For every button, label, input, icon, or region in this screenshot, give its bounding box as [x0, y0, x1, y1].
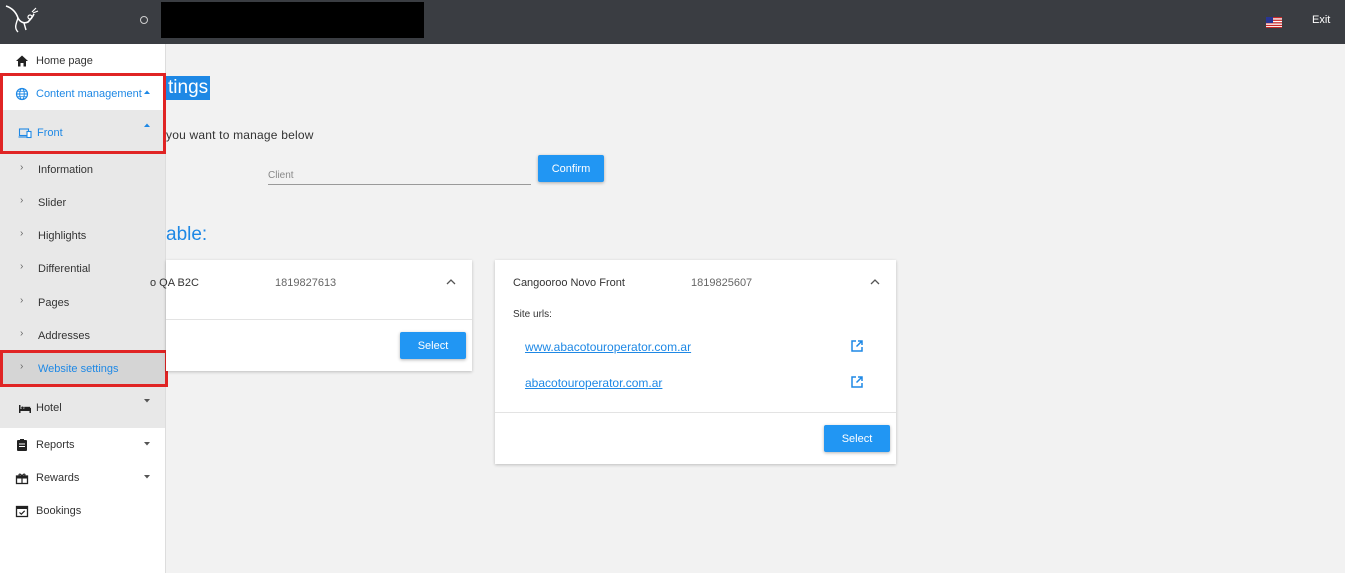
sidebar-item-bookings[interactable]: Bookings	[0, 494, 165, 527]
card-divider	[495, 412, 896, 413]
site-code: 1819827613	[275, 277, 337, 289]
sidebar-item-label: Hotel	[36, 402, 62, 414]
sidebar-item-label: Reports	[36, 439, 75, 451]
gift-icon	[15, 473, 29, 485]
chevron-right-icon: ›	[20, 162, 24, 173]
sidebar-subitem-highlights[interactable]: › Highlights	[0, 219, 165, 252]
kangaroo-logo-icon[interactable]	[0, 0, 44, 40]
site-code: 1819825607	[691, 277, 753, 289]
chevron-right-icon: ›	[20, 195, 24, 206]
section-title: able:	[166, 224, 208, 245]
sidebar-item-rewards[interactable]: Rewards	[0, 461, 165, 494]
top-bar: Exit	[0, 0, 1345, 44]
sidebar-item-label: Rewards	[36, 472, 80, 484]
select-button[interactable]: Select	[824, 425, 890, 452]
sidebar-subitem-slider[interactable]: › Slider	[0, 186, 165, 219]
site-url-link[interactable]: abacotouroperator.com.ar	[525, 376, 662, 390]
home-icon	[16, 55, 28, 67]
bed-icon	[19, 405, 31, 413]
sidebar-item-hotel[interactable]: Hotel	[0, 391, 165, 424]
highlight-box-content-management	[0, 73, 166, 154]
sidebar-subitem-label: Information	[38, 164, 94, 176]
open-in-new-icon[interactable]	[850, 339, 864, 353]
highlight-box-website-settings	[0, 350, 168, 387]
site-urls-label: Site urls:	[513, 309, 552, 320]
caret-down-icon	[144, 399, 150, 403]
page-title: tings	[166, 76, 211, 100]
sidebar-subitem-addresses[interactable]: › Addresses	[0, 319, 165, 352]
sidebar-subitem-pages[interactable]: › Pages	[0, 286, 165, 319]
client-input[interactable]	[268, 162, 531, 185]
site-card: Cangooroo Novo Front 1819825607 Site url…	[495, 260, 896, 464]
sidebar-subitem-label: Slider	[38, 197, 67, 209]
caret-down-icon	[144, 442, 150, 446]
card-divider	[166, 319, 472, 320]
clipboard-icon	[17, 439, 27, 451]
instruction-text: you want to manage below	[166, 128, 314, 142]
sidebar-subitem-information[interactable]: › Information	[0, 153, 165, 186]
redacted-area	[161, 2, 424, 38]
calendar-check-icon	[15, 505, 29, 518]
sidebar-subitem-label: Addresses	[38, 330, 90, 342]
sidebar-item-reports[interactable]: Reports	[0, 428, 165, 461]
site-url-link[interactable]: www.abacotouroperator.com.ar	[525, 340, 691, 354]
chevron-up-icon[interactable]	[446, 279, 456, 285]
chevron-right-icon: ›	[20, 261, 24, 272]
select-button[interactable]: Select	[400, 332, 466, 359]
sidebar-subitem-differential[interactable]: › Differential	[0, 252, 165, 285]
confirm-button[interactable]: Confirm	[538, 155, 604, 182]
exit-button[interactable]: Exit	[1312, 14, 1330, 26]
open-in-new-icon[interactable]	[850, 375, 864, 389]
sidebar-subitem-label: Pages	[38, 297, 70, 309]
chevron-right-icon: ›	[20, 295, 24, 306]
site-name: o QA B2C	[150, 277, 199, 289]
us-flag-icon[interactable]	[1266, 15, 1282, 28]
chevron-right-icon: ›	[20, 328, 24, 339]
chevron-up-icon[interactable]	[870, 279, 880, 285]
sidebar-item-label: Home page	[36, 55, 93, 67]
sidebar-subitem-label: Differential	[38, 263, 91, 275]
sidebar-subitem-label: Highlights	[38, 230, 87, 242]
sidebar-item-label: Bookings	[36, 505, 82, 517]
chevron-right-icon: ›	[20, 228, 24, 239]
site-name: Cangooroo Novo Front	[513, 277, 625, 289]
status-indicator-icon	[140, 16, 148, 24]
caret-down-icon	[144, 475, 150, 479]
site-card: o QA B2C 1819827613 Select	[150, 260, 472, 371]
